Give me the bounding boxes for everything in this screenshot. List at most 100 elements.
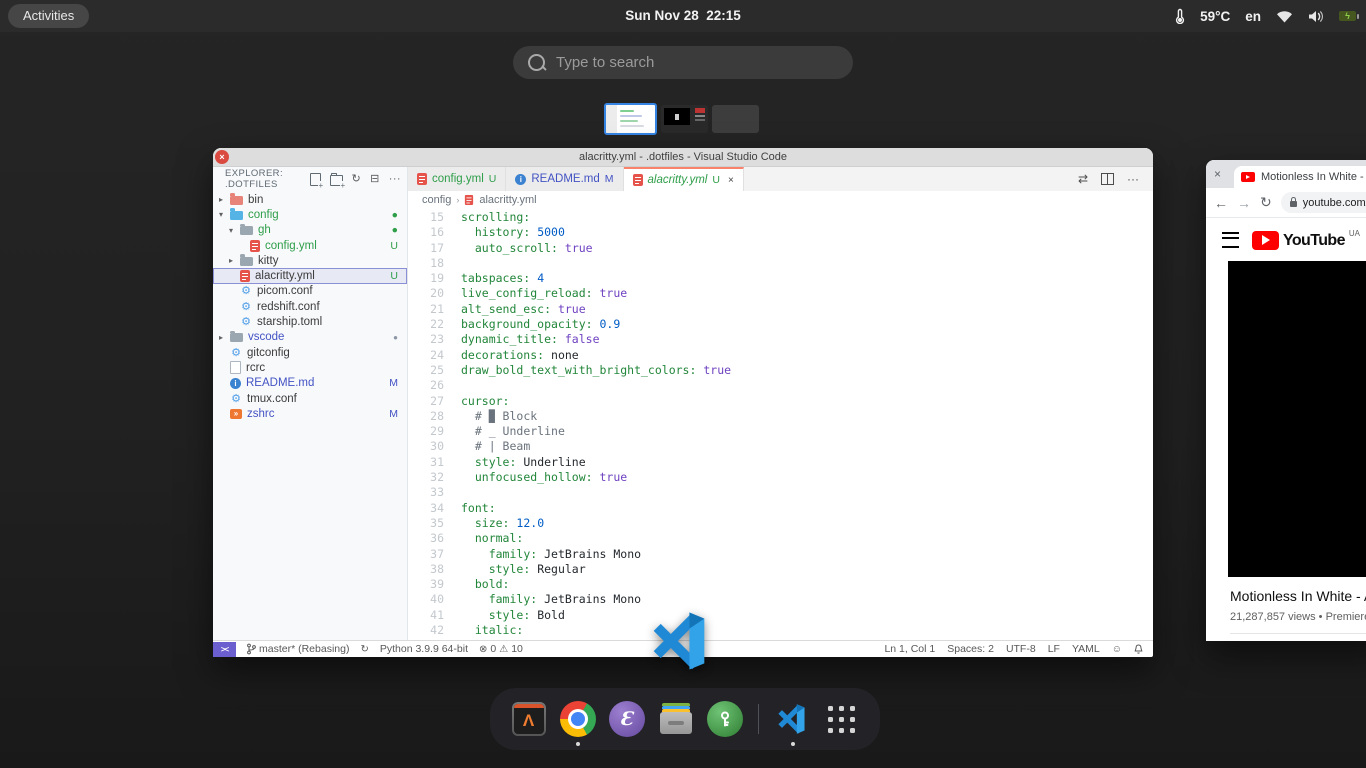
gnome-activities-overview: Activities Sun Nov 28 22:15 59°C en ϟ Ty… (0, 0, 1366, 768)
new-folder-icon[interactable] (330, 175, 343, 186)
git-status-badge: U (390, 240, 398, 252)
chrome-window[interactable]: × Motionless In White - ◄) ← → ↻ youtube… (1206, 160, 1366, 641)
zsh-icon: » (230, 409, 242, 419)
video-player[interactable] (1228, 261, 1366, 577)
tree-item-tmux.conf[interactable]: ⚙tmux.conf (213, 391, 407, 406)
status-item[interactable]: Spaces: 2 (947, 643, 994, 655)
dock-item-google-chrome[interactable] (559, 700, 596, 738)
file-tree: ▸bin▾config●▾gh●config.ymlU▸kittyalacrit… (213, 191, 407, 421)
keepassxc-icon (707, 701, 743, 737)
python-interpreter[interactable]: Python 3.9.9 64-bit (380, 643, 468, 655)
tab-close-icon[interactable]: × (1214, 167, 1221, 181)
youtube-play-icon (1252, 231, 1279, 250)
line-number: 39 (408, 577, 461, 592)
vscode-window[interactable]: × alacritty.yml - .dotfiles - Visual Stu… (213, 148, 1153, 656)
dock-item-keepassxc[interactable] (706, 700, 743, 738)
activities-button[interactable]: Activities (8, 4, 89, 28)
tree-item-label: rcrc (246, 362, 265, 374)
git-branch-status[interactable]: master* (Rebasing) (247, 643, 349, 655)
editor-more-icon[interactable]: ··· (1127, 172, 1139, 186)
search-icon (528, 54, 545, 71)
tree-item-starship.toml[interactable]: ⚙starship.toml (213, 314, 407, 329)
code-line-17: 17 auto_scroll: true (408, 241, 1153, 256)
window-close-icon[interactable]: × (215, 150, 229, 164)
tree-item-vscode[interactable]: ▸vscode● (213, 330, 407, 345)
split-editor-icon[interactable] (1101, 173, 1114, 185)
volume-icon (1308, 10, 1324, 23)
sync-icon[interactable]: ↻ (360, 644, 368, 655)
problems-status[interactable]: ⊗0 ⚠10 (479, 643, 523, 655)
tab-config-yml[interactable]: config.yml U (408, 167, 506, 191)
workspace-thumbnail-active[interactable] (604, 103, 657, 135)
code-line-27: 27cursor: (408, 394, 1153, 409)
status-item[interactable]: Ln 1, Col 1 (884, 643, 935, 655)
search-input[interactable]: Type to search (513, 46, 853, 79)
battery-charging-icon: ϟ (1339, 11, 1356, 21)
dock-item-app-grid[interactable] (823, 700, 860, 738)
menu-icon[interactable] (1222, 232, 1239, 248)
line-number: 20 (408, 286, 461, 301)
chevron-icon: ▸ (219, 195, 230, 204)
dock-item-file-manager[interactable] (657, 700, 694, 738)
tab-alacritty-yml-active[interactable]: alacritty.yml U × (624, 167, 744, 191)
reload-icon[interactable]: ↻ (1260, 194, 1272, 211)
code-line-36: 36 normal: (408, 531, 1153, 546)
workspace-thumbnail-empty[interactable] (712, 105, 759, 133)
code-line-24: 24decorations: none (408, 348, 1153, 363)
tree-item-gh[interactable]: ▾gh● (213, 223, 407, 238)
open-changes-icon[interactable]: ⇄ (1078, 172, 1088, 186)
folder-icon (240, 257, 253, 266)
tree-item-config.yml[interactable]: config.ymlU (213, 238, 407, 253)
tree-item-redshift.conf[interactable]: ⚙redshift.conf (213, 299, 407, 314)
status-item[interactable]: UTF-8 (1006, 643, 1036, 655)
folder-icon (230, 196, 243, 205)
code-line-41: 41 style: Bold (408, 608, 1153, 623)
tree-item-zshrc[interactable]: »zshrcM (213, 406, 407, 421)
breadcrumb[interactable]: config › alacritty.yml (408, 191, 1153, 208)
tree-item-config[interactable]: ▾config● (213, 207, 407, 222)
code-editor[interactable]: 15scrolling:16 history: 500017 auto_scro… (408, 208, 1153, 640)
refresh-icon[interactable]: ↻ (352, 174, 362, 185)
yaml-icon (240, 270, 250, 282)
lock-icon (1290, 201, 1297, 207)
status-item[interactable]: YAML (1072, 643, 1100, 655)
tree-item-README.md[interactable]: iREADME.mdM (213, 376, 407, 391)
keyboard-layout[interactable]: en (1245, 9, 1261, 24)
tree-item-kitty[interactable]: ▸kitty (213, 253, 407, 268)
workspace-thumbnail-youtube[interactable] (661, 105, 708, 133)
dock-item-vscode[interactable] (774, 700, 811, 738)
feedback-smiley-icon[interactable]: ☺ (1112, 644, 1122, 655)
chrome-icon (560, 701, 596, 737)
tab-close-icon[interactable]: × (728, 175, 734, 186)
tree-item-gitconfig[interactable]: ⚙gitconfig (213, 345, 407, 360)
status-item[interactable]: LF (1048, 643, 1060, 655)
tree-item-rcrc[interactable]: rcrc (213, 360, 407, 375)
dock-item-alacritty[interactable]: Λ (510, 700, 547, 738)
new-file-icon[interactable] (310, 173, 321, 186)
code-line-38: 38 style: Regular (408, 562, 1153, 577)
clock[interactable]: Sun Nov 28 22:15 (625, 0, 741, 32)
collapse-all-icon[interactable]: ⊟ (370, 174, 380, 185)
forward-icon[interactable]: → (1237, 195, 1251, 211)
system-tray[interactable]: 59°C en ϟ (1175, 0, 1356, 32)
chrome-active-tab[interactable]: Motionless In White - ◄) (1234, 166, 1366, 188)
temperature-label: 59°C (1200, 9, 1230, 24)
youtube-logo[interactable]: YouTube UA (1252, 231, 1360, 250)
tree-item-bin[interactable]: ▸bin (213, 192, 407, 207)
address-bar[interactable]: youtube.com/wa (1281, 192, 1366, 213)
tab-readme-md[interactable]: i README.md M (506, 167, 623, 191)
vscode-app-icon-overlay (649, 610, 715, 672)
folder-icon (230, 333, 243, 342)
dock-item-emacs[interactable]: Ɛ (608, 700, 645, 738)
more-actions-icon[interactable]: ··· (389, 174, 401, 185)
back-icon[interactable]: ← (1214, 195, 1228, 211)
video-meta: 21,287,857 views • Premiered Dec (1230, 611, 1366, 623)
chevron-icon: ▸ (229, 256, 240, 265)
tree-item-picom.conf[interactable]: ⚙picom.conf (213, 284, 407, 299)
error-icon: ⊗ (479, 644, 487, 655)
notifications-bell-icon[interactable] (1134, 644, 1143, 655)
code-line-31: 31 style: Underline (408, 455, 1153, 470)
remote-indicator[interactable]: >< (213, 642, 236, 657)
tree-item-alacritty.yml[interactable]: alacritty.ymlU (213, 268, 407, 283)
line-number: 26 (408, 378, 461, 393)
